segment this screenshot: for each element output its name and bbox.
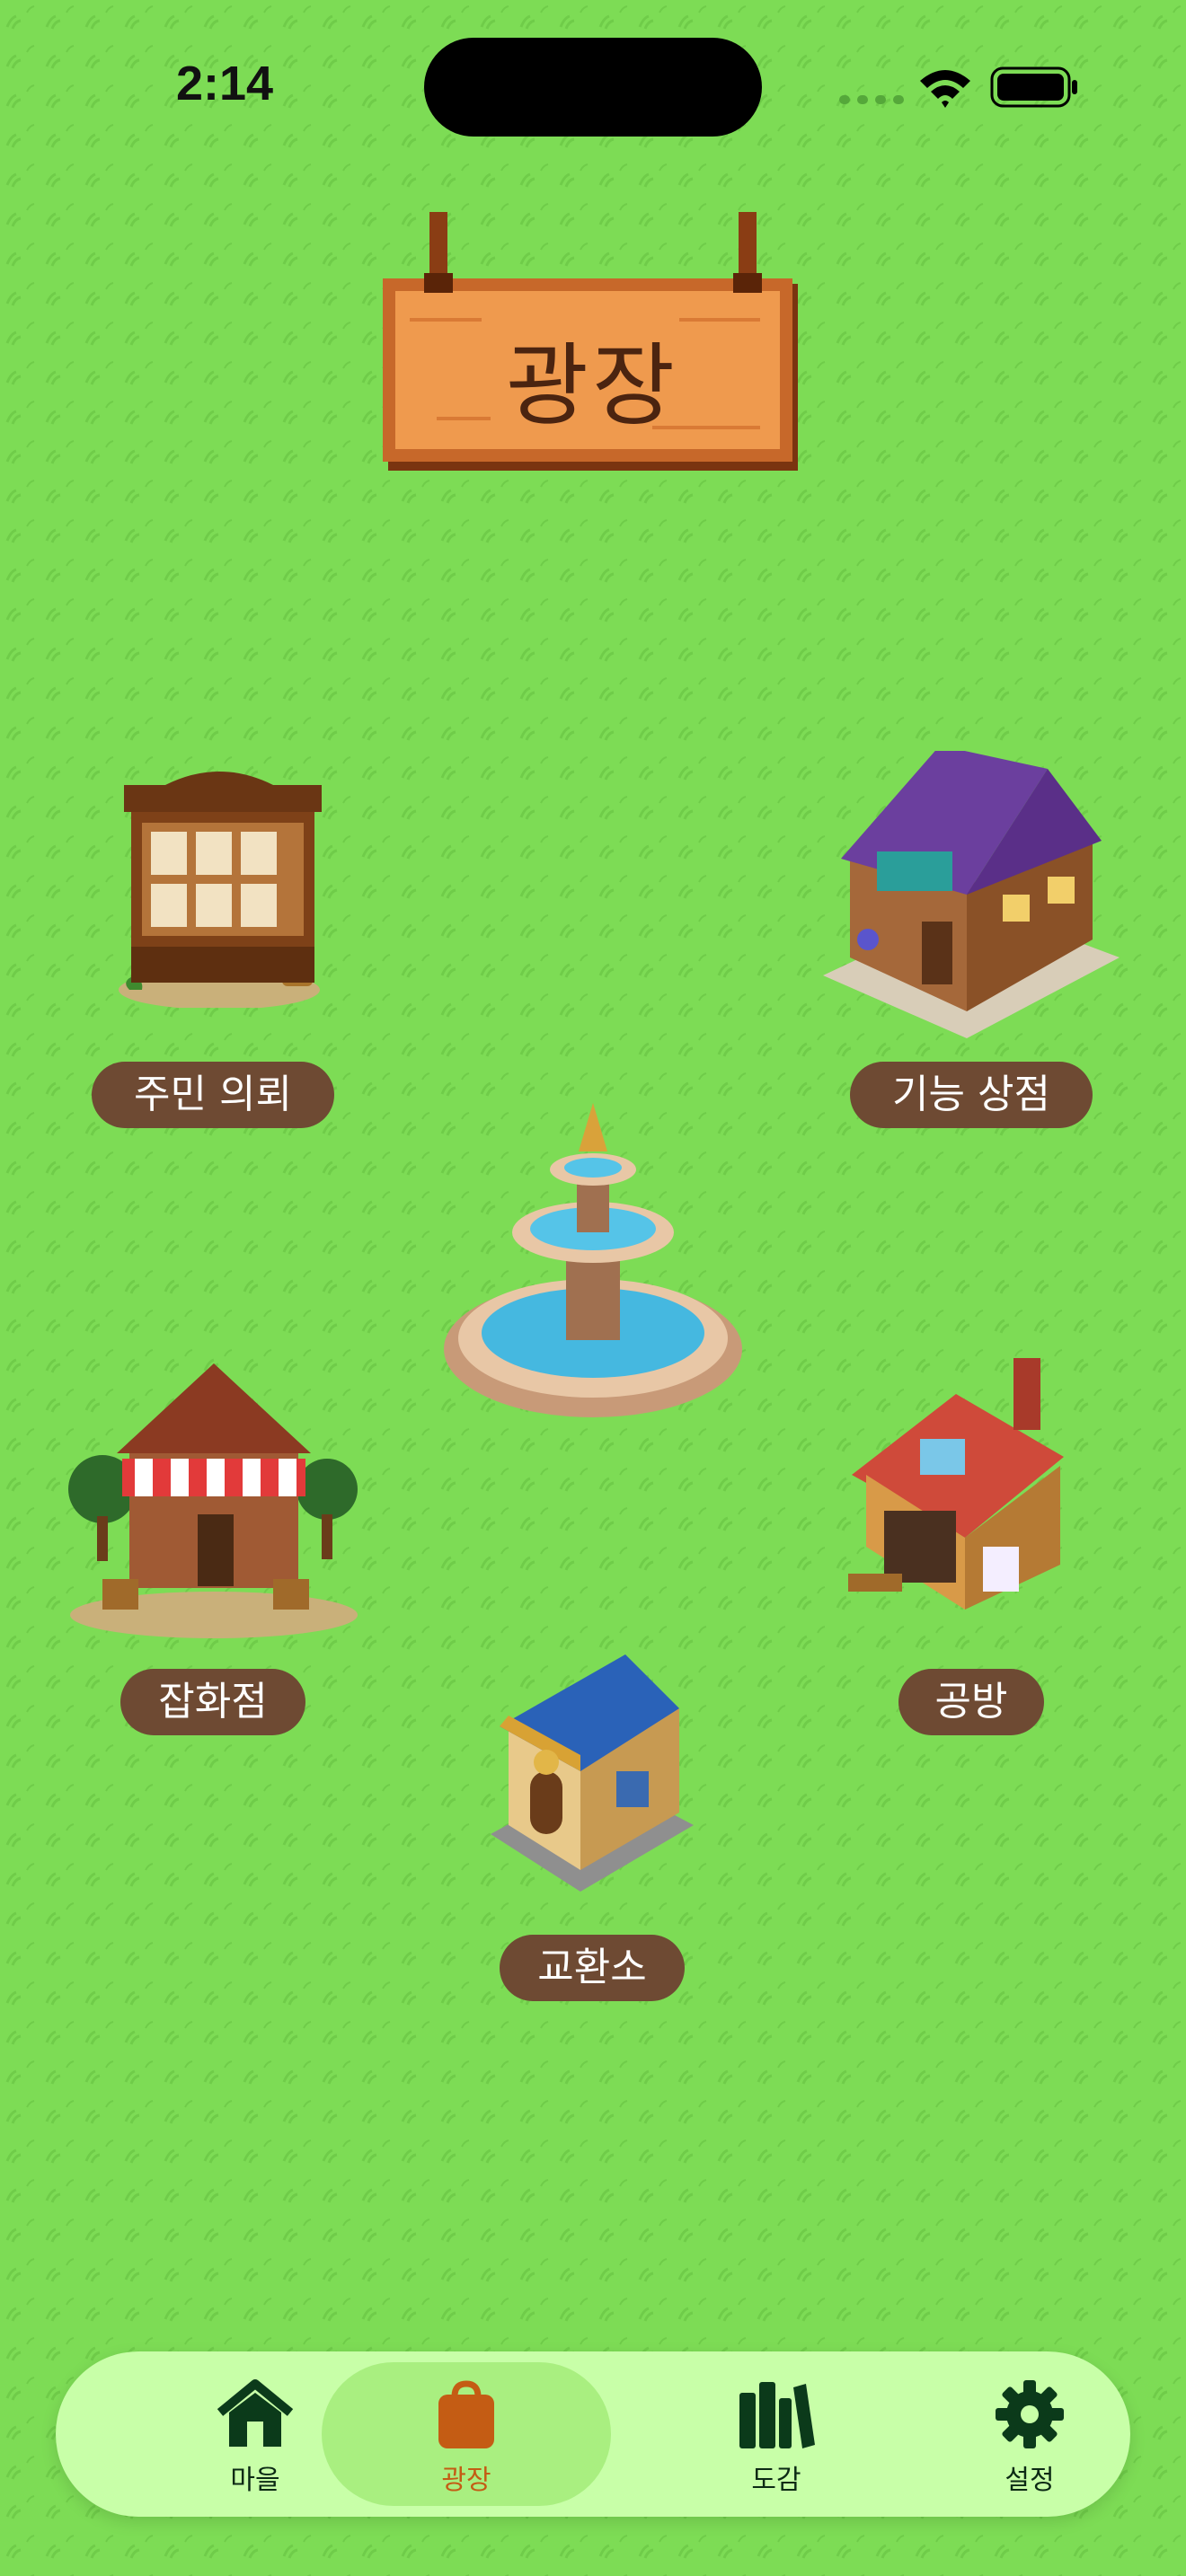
quest-board-icon bbox=[119, 772, 322, 1010]
workshop-label[interactable]: 공방 bbox=[898, 1669, 1044, 1735]
skill-shop-icon bbox=[823, 745, 1120, 1038]
general-store-building[interactable] bbox=[66, 1354, 359, 1638]
house-icon bbox=[217, 2379, 294, 2447]
gear-icon bbox=[996, 2380, 1064, 2448]
tab-plaza-label: 광장 bbox=[441, 2465, 491, 2496]
bag-icon bbox=[438, 2380, 494, 2448]
plaza-fountain bbox=[442, 1098, 744, 1421]
page-title: 광장 bbox=[506, 333, 678, 438]
plaza-sign: 광장 bbox=[383, 212, 801, 481]
dynamic-island bbox=[424, 38, 762, 137]
exchange-icon bbox=[491, 1654, 694, 1892]
general-store-icon bbox=[68, 1363, 358, 1638]
wifi-icon bbox=[920, 70, 970, 108]
tab-plaza[interactable]: 광장 bbox=[322, 2351, 611, 2517]
workshop-icon bbox=[848, 1358, 1064, 1610]
exchange-building[interactable] bbox=[491, 1654, 694, 1892]
skill-shop-building[interactable] bbox=[823, 745, 1120, 1038]
general-store-label[interactable]: 잡화점 bbox=[120, 1669, 305, 1735]
tab-collection[interactable]: 도감 bbox=[642, 2351, 911, 2517]
fountain-icon bbox=[444, 1103, 742, 1417]
quest-board-label[interactable]: 주민 의뢰 bbox=[92, 1062, 334, 1128]
battery-icon bbox=[990, 66, 1077, 108]
skill-shop-label[interactable]: 기능 상점 bbox=[850, 1062, 1093, 1128]
bottom-tab-bar: 마을 광장 도감 설정 bbox=[56, 2351, 1130, 2517]
tab-collection-label: 도감 bbox=[751, 2465, 801, 2496]
tab-settings[interactable]: 설정 bbox=[895, 2351, 1164, 2517]
cellular-signal-icon bbox=[839, 95, 904, 104]
status-time: 2:14 bbox=[176, 57, 274, 110]
workshop-building[interactable] bbox=[848, 1358, 1096, 1619]
books-icon bbox=[739, 2382, 815, 2448]
tab-settings-label: 설정 bbox=[1005, 2465, 1055, 2496]
status-bar: 2:14 bbox=[0, 0, 1186, 180]
quest-board-building[interactable] bbox=[111, 765, 327, 1010]
exchange-label[interactable]: 교환소 bbox=[500, 1935, 685, 2001]
